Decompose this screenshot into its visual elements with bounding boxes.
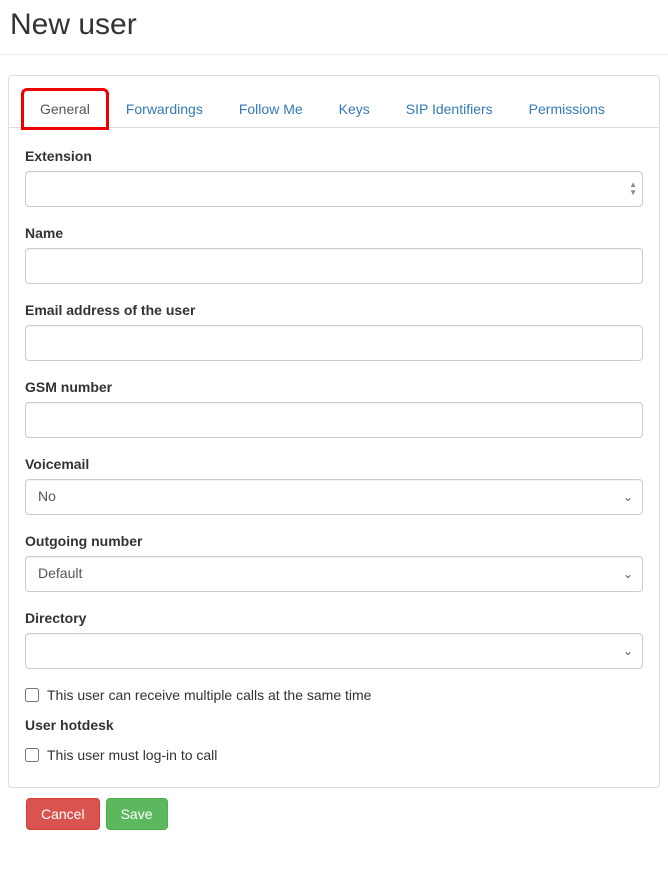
name-label: Name [25, 225, 643, 241]
tab-forwardings[interactable]: Forwardings [109, 90, 220, 127]
directory-label: Directory [25, 610, 643, 626]
outgoing-group: Outgoing number Default ⌄ [25, 533, 643, 592]
voicemail-group: Voicemail No ⌄ [25, 456, 643, 515]
directory-group: Directory ⌄ [25, 610, 643, 669]
tab-general[interactable]: General [23, 90, 107, 128]
voicemail-select[interactable]: No [25, 479, 643, 515]
button-row: Cancel Save [0, 798, 668, 830]
extension-label: Extension [25, 148, 643, 164]
extension-input[interactable] [25, 171, 643, 207]
multicalls-label: This user can receive multiple calls at … [47, 687, 371, 703]
multicalls-row: This user can receive multiple calls at … [25, 687, 643, 703]
gsm-group: GSM number [25, 379, 643, 438]
outgoing-label: Outgoing number [25, 533, 643, 549]
form-body: Extension ▲▼ Name Email address of the u… [9, 128, 659, 787]
extension-group: Extension ▲▼ [25, 148, 643, 207]
form-panel: General Forwardings Follow Me Keys SIP I… [8, 75, 660, 788]
name-group: Name [25, 225, 643, 284]
hotdesk-login-label: This user must log-in to call [47, 747, 217, 763]
spinner-icon[interactable]: ▲▼ [629, 181, 637, 197]
multicalls-checkbox[interactable] [25, 688, 39, 702]
directory-select[interactable] [25, 633, 643, 669]
outgoing-select[interactable]: Default [25, 556, 643, 592]
hotdesk-heading: User hotdesk [25, 717, 643, 733]
gsm-input[interactable] [25, 402, 643, 438]
cancel-button[interactable]: Cancel [26, 798, 100, 830]
tab-keys[interactable]: Keys [322, 90, 387, 127]
voicemail-label: Voicemail [25, 456, 643, 472]
gsm-label: GSM number [25, 379, 643, 395]
hotdesk-login-checkbox[interactable] [25, 748, 39, 762]
tab-bar: General Forwardings Follow Me Keys SIP I… [9, 76, 659, 128]
email-input[interactable] [25, 325, 643, 361]
tab-follow-me[interactable]: Follow Me [222, 90, 320, 127]
email-label: Email address of the user [25, 302, 643, 318]
tab-sip-identifiers[interactable]: SIP Identifiers [389, 90, 510, 127]
email-group: Email address of the user [25, 302, 643, 361]
hotdesk-login-row: This user must log-in to call [25, 747, 643, 763]
tab-permissions[interactable]: Permissions [512, 90, 622, 127]
save-button[interactable]: Save [106, 798, 168, 830]
page-title: New user [0, 0, 668, 55]
name-input[interactable] [25, 248, 643, 284]
